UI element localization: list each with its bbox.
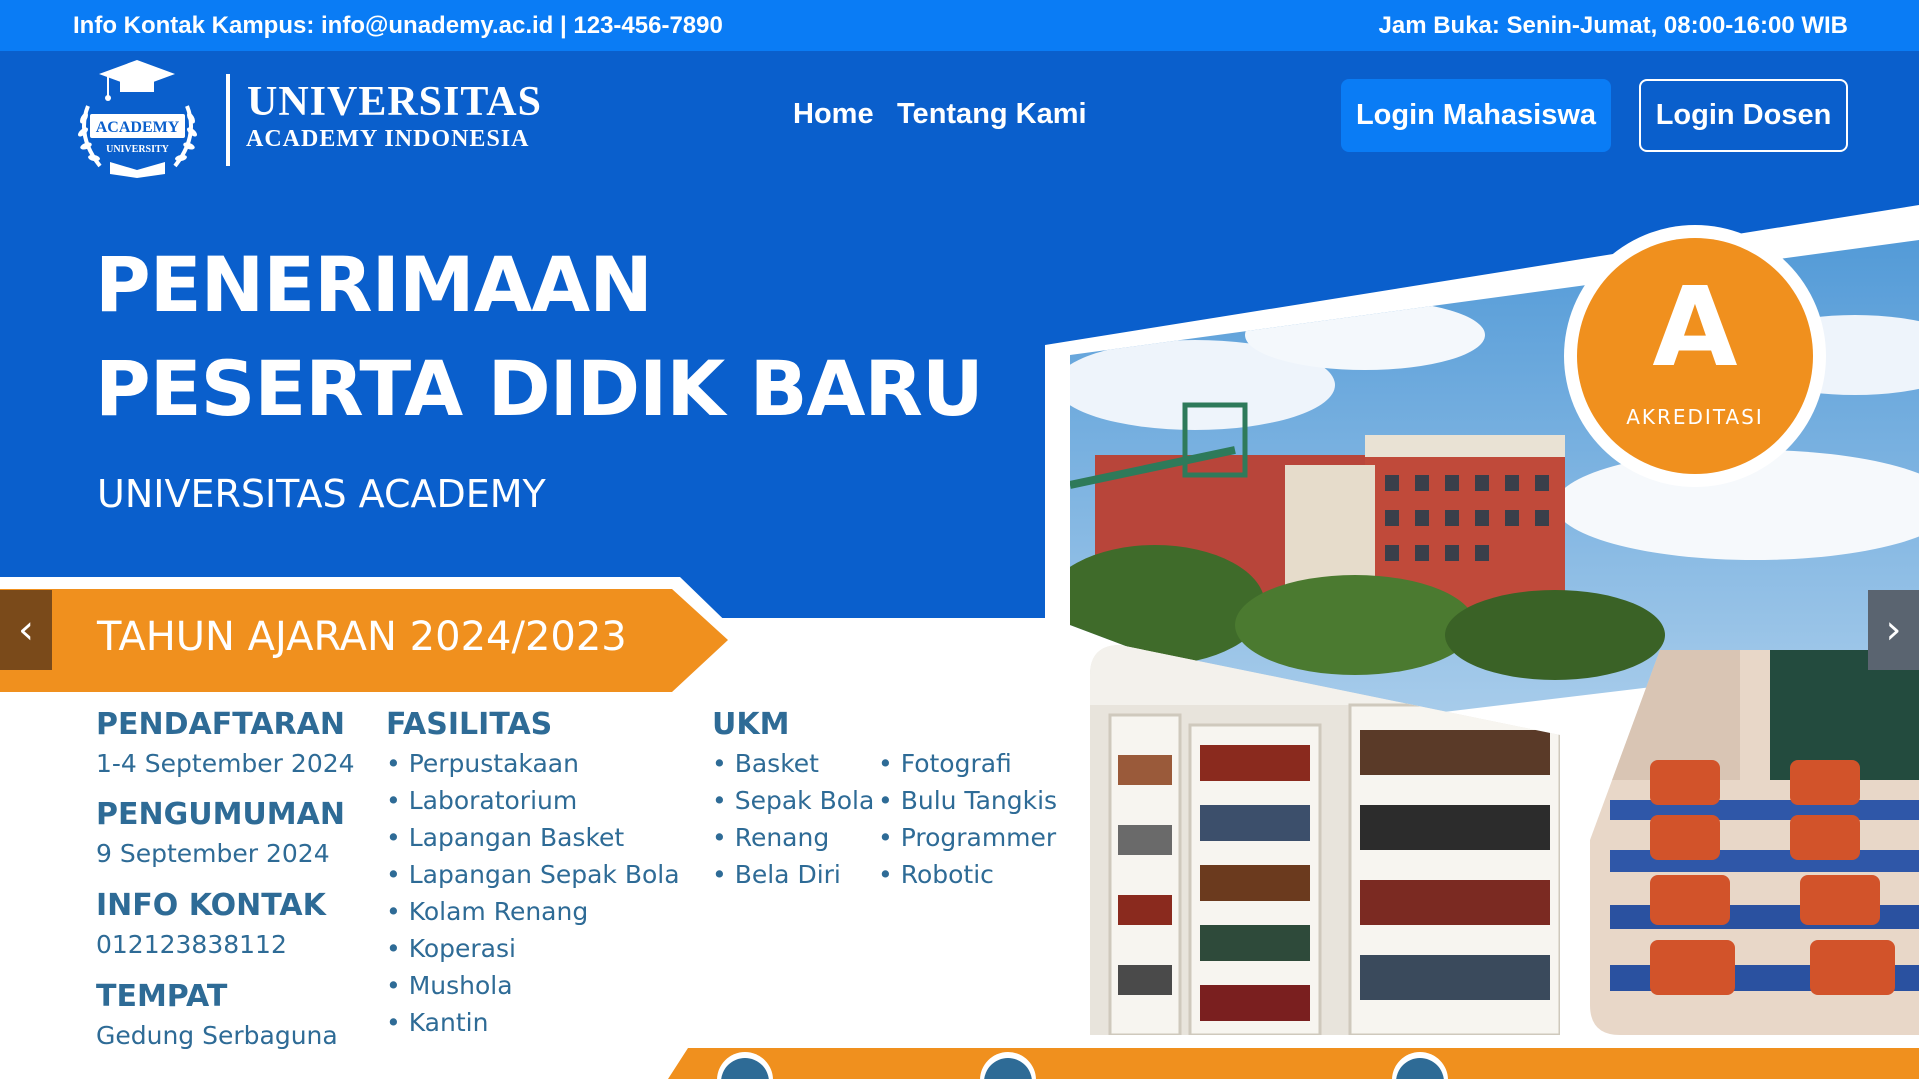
top-info-bar: Info Kontak Kampus: info@unademy.ac.id |…	[0, 0, 1919, 51]
list-item: Lapangan Sepak Bola	[386, 860, 680, 897]
ukm-list-col2: Fotografi Bulu Tangkis Programmer Roboti…	[878, 749, 1057, 897]
list-item: Perpustakaan	[386, 749, 680, 786]
classroom-image	[1590, 650, 1919, 1035]
fasilitas-label: FASILITAS	[386, 707, 553, 742]
hero-subtitle: UNIVERSITAS ACADEMY	[97, 472, 546, 516]
list-item: Sepak Bola	[712, 786, 875, 823]
login-mahasiswa-button[interactable]: Login Mahasiswa	[1341, 79, 1611, 152]
ukm-list-col1: Basket Sepak Bola Renang Bela Diri	[712, 749, 875, 897]
carousel-prev-button[interactable]: ‹	[0, 590, 52, 670]
list-item: Kolam Renang	[386, 897, 680, 934]
kontak-value: 012123838112	[96, 930, 287, 959]
nav-home[interactable]: Home	[793, 98, 874, 131]
list-item: Renang	[712, 823, 874, 860]
badge-label: AKREDITASI	[1626, 405, 1764, 429]
list-item: Mushola	[386, 971, 680, 1008]
bottom-feature-strip	[660, 1045, 1919, 1079]
hero-title-line1: PENERIMAAN	[95, 240, 653, 329]
badge-grade: A	[1652, 263, 1737, 391]
academic-year-text: TAHUN AJARAN 2024/2023	[97, 614, 627, 660]
login-dosen-button[interactable]: Login Dosen	[1639, 79, 1848, 152]
svg-text:ACADEMY: ACADEMY	[96, 119, 180, 136]
pengumuman-value: 9 September 2024	[96, 839, 330, 868]
tempat-label: TEMPAT	[96, 979, 228, 1014]
list-item: Robotic	[878, 860, 1057, 897]
fasilitas-list: Perpustakaan Laboratorium Lapangan Baske…	[386, 749, 680, 1045]
library-image	[1090, 645, 1560, 1035]
opening-hours: Jam Buka: Senin-Jumat, 08:00-16:00 WIB	[1378, 12, 1849, 39]
nav-about[interactable]: Tentang Kami	[897, 98, 1087, 131]
list-item: Lapangan Basket	[386, 823, 680, 860]
pendaftaran-value: 1-4 September 2024	[96, 749, 355, 778]
logo-subtitle: ACADEMY INDONESIA	[246, 126, 530, 152]
kontak-label: INFO KONTAK	[96, 888, 326, 923]
logo-divider	[226, 74, 230, 166]
list-item: Programmer	[878, 823, 1057, 860]
list-item: Bulu Tangkis	[878, 786, 1057, 823]
list-item: Bela Diri	[712, 860, 874, 897]
contact-info: Info Kontak Kampus: info@unademy.ac.id |…	[73, 12, 723, 39]
list-item: Laboratorium	[386, 786, 680, 823]
logo-title: UNIVERSITAS	[247, 79, 542, 125]
pendaftaran-label: PENDAFTARAN	[96, 707, 345, 742]
list-item: Fotografi	[878, 749, 1057, 786]
accreditation-badge: A AKREDITASI	[1564, 225, 1826, 487]
university-logo-icon[interactable]: ACADEMY UNIVERSITY	[70, 56, 205, 178]
pengumuman-label: PENGUMUMAN	[96, 797, 345, 832]
svg-text:UNIVERSITY: UNIVERSITY	[106, 144, 170, 155]
ukm-label: UKM	[712, 707, 790, 742]
list-item: Koperasi	[386, 934, 680, 971]
carousel-next-button[interactable]: ›	[1868, 590, 1919, 670]
list-item: Basket	[712, 749, 874, 786]
hero-title-line2: PESERTA DIDIK BARU	[95, 344, 984, 433]
